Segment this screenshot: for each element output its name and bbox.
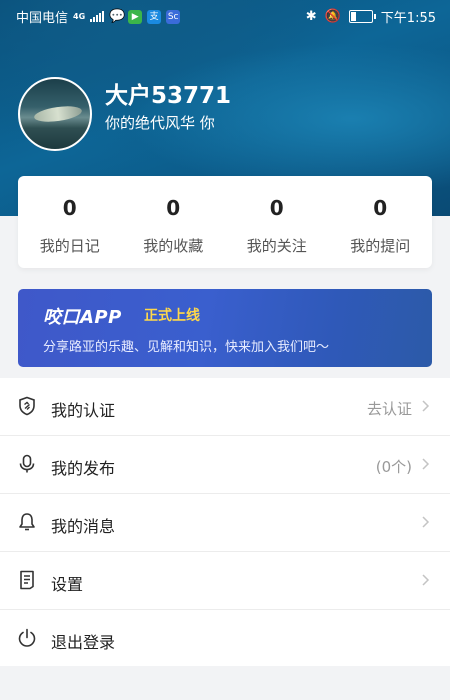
page-bottom-space xyxy=(0,666,450,700)
chevron-right-icon xyxy=(422,400,430,412)
stat-count: 0 xyxy=(373,196,388,220)
menu-item-value: (0个) xyxy=(375,458,412,476)
signal-icon xyxy=(90,11,105,22)
bluetooth-icon: ✱ xyxy=(305,9,317,24)
clock-label: 下午1:55 xyxy=(380,11,436,26)
menu-item-label: 退出登录 xyxy=(51,633,116,652)
menu-item-messages[interactable]: 我的消息 xyxy=(0,494,450,552)
chevron-right-icon xyxy=(422,458,430,470)
power-icon xyxy=(18,628,36,647)
shield-icon xyxy=(19,396,35,416)
stat-label: 我的提问 xyxy=(350,237,411,255)
chevron-right-icon xyxy=(422,516,430,528)
menu-item-label: 我的发布 xyxy=(51,459,116,478)
battery-icon xyxy=(348,10,376,23)
menu-item-settings[interactable]: 设置 xyxy=(0,552,450,610)
app-launch-banner[interactable]: 咬口APP 正式上线 分享路亚的乐趣、见解和知识，快来加入我们吧～ xyxy=(18,289,432,367)
play-store-icon: ▶ xyxy=(128,9,143,24)
stat-favorites[interactable]: 0 我的收藏 xyxy=(122,176,226,268)
username[interactable]: 大户53771 xyxy=(105,76,231,110)
stat-count: 0 xyxy=(269,196,284,220)
menu-item-label: 设置 xyxy=(51,575,84,594)
menu-list: 我的认证 去认证 我的发布 (0个) 我的消息 设置 退出登录 xyxy=(0,378,450,667)
chevron-right-icon xyxy=(422,574,430,586)
alipay-icon: 支 xyxy=(147,9,162,24)
carrier-label: 中国电信 xyxy=(16,11,69,26)
user-signature: 你的绝代风华 你 xyxy=(105,114,215,132)
app-badge-icon: Sc xyxy=(166,9,181,24)
menu-item-posts[interactable]: 我的发布 (0个) xyxy=(0,436,450,494)
stat-count: 0 xyxy=(166,196,181,220)
bell-icon xyxy=(19,513,35,531)
banner-title: 咬口APP xyxy=(43,307,122,328)
stat-diary[interactable]: 0 我的日记 xyxy=(18,176,122,268)
stats-card: 0 我的日记 0 我的收藏 0 我的关注 0 我的提问 xyxy=(18,176,432,268)
stat-following[interactable]: 0 我的关注 xyxy=(225,176,329,268)
stat-label: 我的关注 xyxy=(246,237,307,255)
menu-item-label: 我的消息 xyxy=(51,517,116,536)
stat-questions[interactable]: 0 我的提问 xyxy=(329,176,433,268)
chat-app-icon: 💬 xyxy=(109,8,126,24)
stat-label: 我的收藏 xyxy=(143,237,204,255)
menu-item-value: 去认证 xyxy=(366,400,412,418)
avatar[interactable] xyxy=(18,77,92,151)
stat-count: 0 xyxy=(62,196,77,220)
document-icon xyxy=(20,570,34,590)
banner-tag: 正式上线 xyxy=(144,308,200,324)
menu-item-verification[interactable]: 我的认证 去认证 xyxy=(0,378,450,436)
status-bar: 中国电信 4G 💬 ▶ 支 Sc ✱ 🔕 下午1:55 xyxy=(0,0,450,32)
microphone-icon xyxy=(19,454,35,473)
avatar-fish-image xyxy=(33,103,83,125)
banner-text: 分享路亚的乐趣、见解和知识，快来加入我们吧～ xyxy=(43,340,330,355)
menu-item-label: 我的认证 xyxy=(51,401,116,420)
menu-item-logout[interactable]: 退出登录 xyxy=(0,610,450,667)
network-label: 4G xyxy=(73,11,86,21)
stat-label: 我的日记 xyxy=(39,237,100,255)
mute-icon: 🔕 xyxy=(324,9,341,24)
